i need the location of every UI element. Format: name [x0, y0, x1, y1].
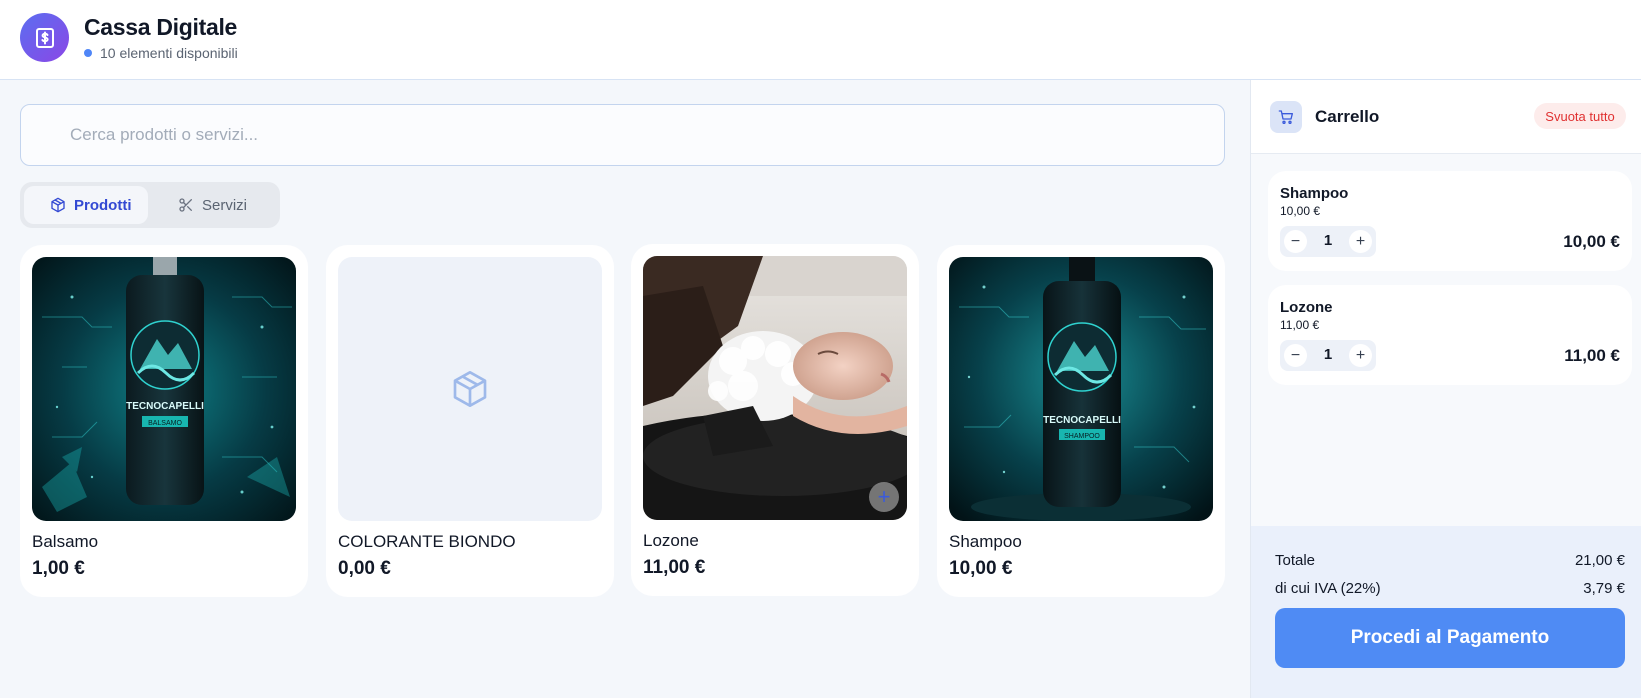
product-card-colorante-biondo[interactable]: COLORANTE BIONDO 0,00 €	[326, 245, 614, 597]
quantity-value: 1	[1323, 232, 1333, 249]
vat-row: di cui IVA (22%) 3,79 €	[1275, 580, 1625, 597]
product-image-shampoo: TECNOCAPELLI SHAMPOO	[949, 257, 1213, 521]
bottle-brand-text: TECNOCAPELLI	[126, 401, 204, 412]
product-price: 11,00 €	[643, 557, 706, 578]
bottle-brand-text: TECNOCAPELLI	[1043, 415, 1121, 426]
cart-summary: Totale 21,00 € di cui IVA (22%) 3,79 € P…	[1251, 526, 1641, 698]
scissors-icon	[179, 198, 192, 212]
increase-quantity-button[interactable]: +	[1349, 344, 1372, 367]
cart-item-shampoo: Shampoo 10,00 € − 1 + 10,00 €	[1268, 171, 1632, 271]
quantity-value: 1	[1323, 346, 1333, 363]
cash-register-icon	[20, 13, 69, 62]
quantity-stepper: − 1 +	[1280, 226, 1376, 257]
product-price: 0,00 €	[338, 558, 391, 579]
cart-item-name: Shampoo	[1280, 185, 1349, 202]
clear-cart-button[interactable]: Svuota tutto	[1534, 103, 1626, 129]
decrease-quantity-button[interactable]: −	[1284, 230, 1307, 253]
total-row: Totale 21,00 €	[1275, 552, 1625, 569]
category-tabs: Prodotti Servizi	[20, 182, 280, 228]
items-count-status: 10 elementi disponibili	[84, 45, 238, 61]
cart-item-total: 11,00 €	[1564, 346, 1620, 365]
cart-icon	[1270, 101, 1302, 133]
bottle-label-text: SHAMPOO	[1064, 433, 1100, 440]
tab-prodotti-label: Prodotti	[74, 196, 132, 214]
product-image-placeholder	[338, 257, 602, 521]
cart-item-total: 10,00 €	[1563, 232, 1620, 251]
cart-item-unit-price: 10,00 €	[1280, 204, 1321, 218]
cart-item-lozone: Lozone 11,00 € − 1 + 11,00 €	[1268, 285, 1632, 385]
box-icon	[453, 371, 487, 407]
vat-value: 3,79 €	[1583, 580, 1625, 597]
product-name: Lozone	[643, 531, 699, 550]
cart-item-name: Lozone	[1280, 299, 1333, 316]
decrease-quantity-button[interactable]: −	[1284, 344, 1307, 367]
product-image-lozone: +	[643, 256, 907, 520]
tab-servizi-label: Servizi	[202, 196, 248, 214]
bottle-label-text: BALSAMO	[148, 420, 182, 427]
product-image-balsamo: TECNOCAPELLI BALSAMO	[32, 257, 296, 521]
vat-label: di cui IVA (22%)	[1275, 580, 1381, 597]
product-name: Shampoo	[949, 532, 1022, 551]
product-card-balsamo[interactable]: TECNOCAPELLI BALSAMO Balsamo 1,00 €	[20, 245, 308, 597]
total-value: 21,00 €	[1574, 552, 1625, 569]
quantity-stepper: − 1 +	[1280, 340, 1376, 371]
app-header: Cassa Digitale 10 elementi disponibili	[0, 0, 1641, 80]
app-title: Cassa Digitale	[84, 14, 238, 40]
items-count-label: 10 elementi disponibili	[100, 45, 238, 61]
product-name: Balsamo	[32, 532, 99, 551]
product-card-lozone[interactable]: + Lozone 11,00 €	[631, 244, 919, 596]
cart-item-unit-price: 11,00 €	[1280, 318, 1320, 332]
product-price: 1,00 €	[32, 558, 85, 579]
proceed-to-payment-button[interactable]: Procedi al Pagamento	[1275, 608, 1625, 668]
add-to-cart-button[interactable]: +	[869, 482, 899, 512]
status-dot-icon	[84, 49, 92, 57]
tab-servizi[interactable]: Servizi	[152, 186, 276, 224]
total-label: Totale	[1275, 552, 1316, 569]
product-name: COLORANTE BIONDO	[338, 532, 516, 551]
search-input[interactable]	[21, 105, 1224, 165]
search-box	[20, 104, 1225, 166]
product-price: 10,00 €	[949, 558, 1013, 579]
tab-prodotti[interactable]: Prodotti	[24, 186, 148, 224]
cart-panel: Carrello Svuota tutto Shampoo 10,00 € − …	[1250, 80, 1641, 698]
box-icon	[51, 197, 65, 213]
cart-title: Carrello	[1315, 107, 1380, 126]
increase-quantity-button[interactable]: +	[1349, 230, 1372, 253]
cart-header: Carrello Svuota tutto	[1251, 80, 1641, 154]
product-card-shampoo[interactable]: TECNOCAPELLI SHAMPOO Shampoo 10,00 €	[937, 245, 1225, 597]
